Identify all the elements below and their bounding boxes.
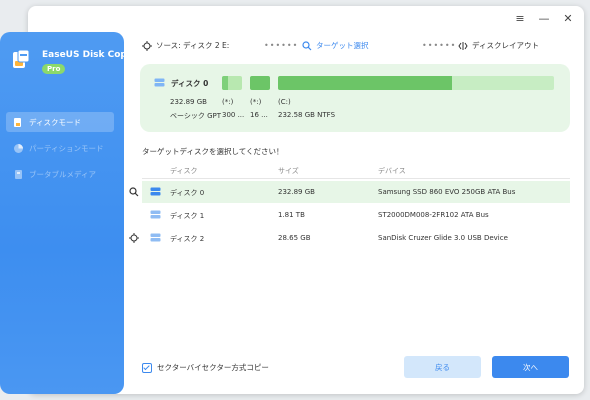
- row-disk-size: 232.89 GB: [278, 188, 315, 196]
- sidebar-item-disk-mode[interactable]: ディスクモード: [6, 112, 114, 132]
- source-icon: [142, 40, 152, 51]
- partition-letter: (*:): [250, 98, 262, 106]
- disk-icon: [154, 78, 165, 89]
- table-row[interactable]: ディスク 2 28.65 GB SanDisk Cruzer Glide 3.0…: [142, 227, 570, 249]
- target-icon: [128, 186, 140, 198]
- step-layout-label: ディスクレイアウト: [472, 41, 539, 50]
- partition-letter: (*:): [222, 98, 234, 106]
- column-size: サイズ: [278, 167, 299, 175]
- row-disk-size: 28.65 GB: [278, 234, 311, 242]
- target-search-icon: [302, 40, 312, 51]
- sidebar-item-partition-mode[interactable]: パーティションモード: [6, 138, 114, 158]
- sidebar-item-bootable-media[interactable]: ブータブルメディア: [6, 164, 114, 184]
- step-separator: ••••••: [422, 41, 457, 50]
- step-target-label: ターゲット選択: [316, 41, 369, 50]
- disk-mode-icon: [12, 116, 24, 128]
- sector-copy-checkbox[interactable]: [142, 362, 152, 373]
- target-disk-preview: ディスク 0 232.89 GB ベーシック GPT (*:) 300 ... …: [140, 64, 570, 132]
- sector-by-sector-option[interactable]: セクターバイセクター方式コピー: [142, 362, 269, 373]
- pro-badge: Pro: [42, 64, 66, 74]
- sector-copy-label: セクターバイセクター方式コピー: [157, 363, 269, 372]
- menu-icon[interactable]: ≡: [514, 12, 526, 25]
- partition-bar-1: [222, 76, 242, 90]
- disk-icon: [150, 210, 161, 221]
- brand: EaseUS Disk Copy Pro: [12, 46, 133, 86]
- sidebar-item-label: ブータブルメディア: [29, 169, 96, 179]
- row-device: SanDisk Cruzer Glide 3.0 USB Device: [378, 234, 508, 242]
- row-disk-name: ディスク 0: [170, 189, 205, 197]
- preview-disk-type: ベーシック GPT: [170, 112, 222, 120]
- partition-bar-2: [250, 76, 270, 90]
- partition-bar-3: [278, 76, 554, 90]
- step-layout[interactable]: ディスクレイアウト: [458, 40, 539, 51]
- partition-info: 16 ...: [250, 111, 268, 119]
- layout-icon: [458, 41, 468, 51]
- disk-icon: [150, 233, 161, 244]
- column-device: デバイス: [378, 167, 406, 175]
- table-row[interactable]: ディスク 0 232.89 GB Samsung SSD 860 EVO 250…: [142, 181, 570, 203]
- next-button[interactable]: 次へ: [492, 356, 569, 378]
- preview-disk-size: 232.89 GB: [170, 98, 207, 106]
- step-source[interactable]: ソース: ディスク 2 E:: [142, 40, 229, 51]
- sidebar-item-label: パーティションモード: [29, 143, 104, 153]
- app-name: EaseUS Disk Copy: [42, 50, 133, 60]
- sidebar-item-label: ディスクモード: [29, 117, 81, 127]
- row-disk-name: ディスク 2: [170, 235, 205, 243]
- preview-disk-name: ディスク 0: [154, 78, 208, 89]
- select-target-prompt: ターゲットディスクを選択してください！: [142, 147, 284, 156]
- partition-info: 300 ...: [222, 111, 245, 119]
- step-source-label: ソース: ディスク 2 E:: [156, 41, 230, 50]
- divider: [142, 178, 570, 179]
- close-icon[interactable]: ✕: [562, 12, 574, 25]
- window-controls: ≡ — ✕: [514, 12, 574, 25]
- row-disk-name: ディスク 1: [170, 212, 205, 220]
- pie-chart-icon: [12, 142, 24, 154]
- disk-icon: [150, 187, 161, 198]
- column-disk: ディスク: [170, 167, 198, 175]
- row-device: ST2000DM008-2FR102 ATA Bus: [378, 211, 489, 219]
- row-disk-size: 1.81 TB: [278, 211, 305, 219]
- partition-letter: (C:): [278, 98, 291, 106]
- disk-table-header: ディスク サイズ デバイス: [142, 166, 570, 178]
- back-button[interactable]: 戻る: [404, 356, 481, 378]
- sidebar: EaseUS Disk Copy Pro ディスクモード パーティションモード …: [0, 32, 133, 394]
- table-row[interactable]: ディスク 1 1.81 TB ST2000DM008-2FR102 ATA Bu…: [142, 204, 570, 226]
- step-indicator: ソース: ディスク 2 E: •••••• ターゲット選択 •••••• ディス…: [142, 40, 562, 54]
- app-logo-icon: [12, 49, 30, 70]
- step-separator: ••••••: [264, 41, 299, 50]
- minimize-icon[interactable]: —: [538, 12, 550, 25]
- step-target[interactable]: ターゲット選択: [302, 40, 369, 51]
- row-device: Samsung SSD 860 EVO 250GB ATA Bus: [378, 188, 516, 196]
- usb-drive-icon: [12, 168, 24, 180]
- source-icon: [128, 232, 140, 244]
- partition-info: 232.58 GB NTFS: [278, 111, 336, 119]
